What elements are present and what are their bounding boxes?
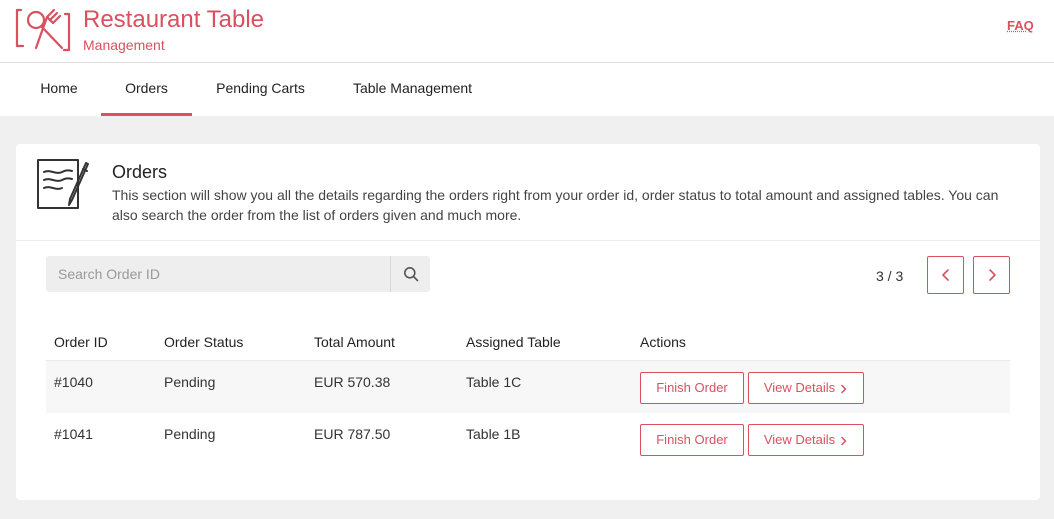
chevron-left-icon (941, 269, 949, 281)
nav-home[interactable]: Home (24, 63, 94, 116)
restaurant-logo-icon (15, 8, 71, 52)
order-id: #1041 (54, 426, 93, 442)
page-description: This section will show you all the detai… (112, 187, 999, 223)
chevron-right-icon (841, 384, 847, 393)
column-header-assigned-table: Assigned Table (466, 334, 561, 350)
main-nav: Home Orders Pending Carts Table Manageme… (0, 63, 1054, 116)
order-id: #1040 (54, 374, 93, 390)
table-row: #1041 Pending EUR 787.50 Table 1B Finish… (46, 413, 1010, 466)
view-details-label: View Details (763, 380, 836, 395)
order-amount: EUR 570.38 (314, 374, 391, 390)
search-button[interactable] (390, 256, 430, 292)
search-box (46, 256, 430, 292)
pagination-label: 3 / 3 (876, 268, 904, 284)
view-details-label: View Details (763, 432, 836, 447)
finish-order-button[interactable]: Finish Order (640, 424, 744, 456)
order-status: Pending (164, 426, 216, 442)
column-header-order-id: Order ID (54, 334, 108, 350)
nav-table-management[interactable]: Table Management (341, 63, 484, 116)
brand-title: Restaurant Table (83, 6, 265, 33)
view-details-button[interactable]: View Details (748, 372, 864, 404)
orders-clipboard-icon (37, 159, 89, 209)
chevron-right-icon (988, 269, 996, 281)
orders-card: Orders This section will show you all th… (16, 144, 1040, 500)
nav-pending-carts[interactable]: Pending Carts (204, 63, 317, 116)
app-header: Restaurant Table Management FAQ (0, 0, 1054, 63)
prev-page-button[interactable] (927, 256, 964, 294)
nav-orders[interactable]: Orders (101, 63, 192, 116)
column-header-actions: Actions (640, 334, 686, 350)
search-input[interactable] (46, 256, 390, 292)
order-table: Table 1C (466, 374, 522, 390)
chevron-right-icon (841, 436, 847, 445)
order-status: Pending (164, 374, 216, 390)
brand-subtitle: Management (83, 37, 165, 53)
column-header-order-status: Order Status (164, 334, 244, 350)
order-amount: EUR 787.50 (314, 426, 391, 442)
table-row: #1040 Pending EUR 570.38 Table 1C Finish… (46, 360, 1010, 413)
view-details-button[interactable]: View Details (748, 424, 864, 456)
search-icon (403, 267, 418, 282)
order-table: Table 1B (466, 426, 521, 442)
column-header-total-amount: Total Amount (314, 334, 395, 350)
orders-card-header: Orders This section will show you all th… (16, 144, 1040, 241)
page-title: Orders (112, 162, 168, 182)
next-page-button[interactable] (973, 256, 1010, 294)
finish-order-button[interactable]: Finish Order (640, 372, 744, 404)
faq-link[interactable]: FAQ (1007, 18, 1034, 33)
